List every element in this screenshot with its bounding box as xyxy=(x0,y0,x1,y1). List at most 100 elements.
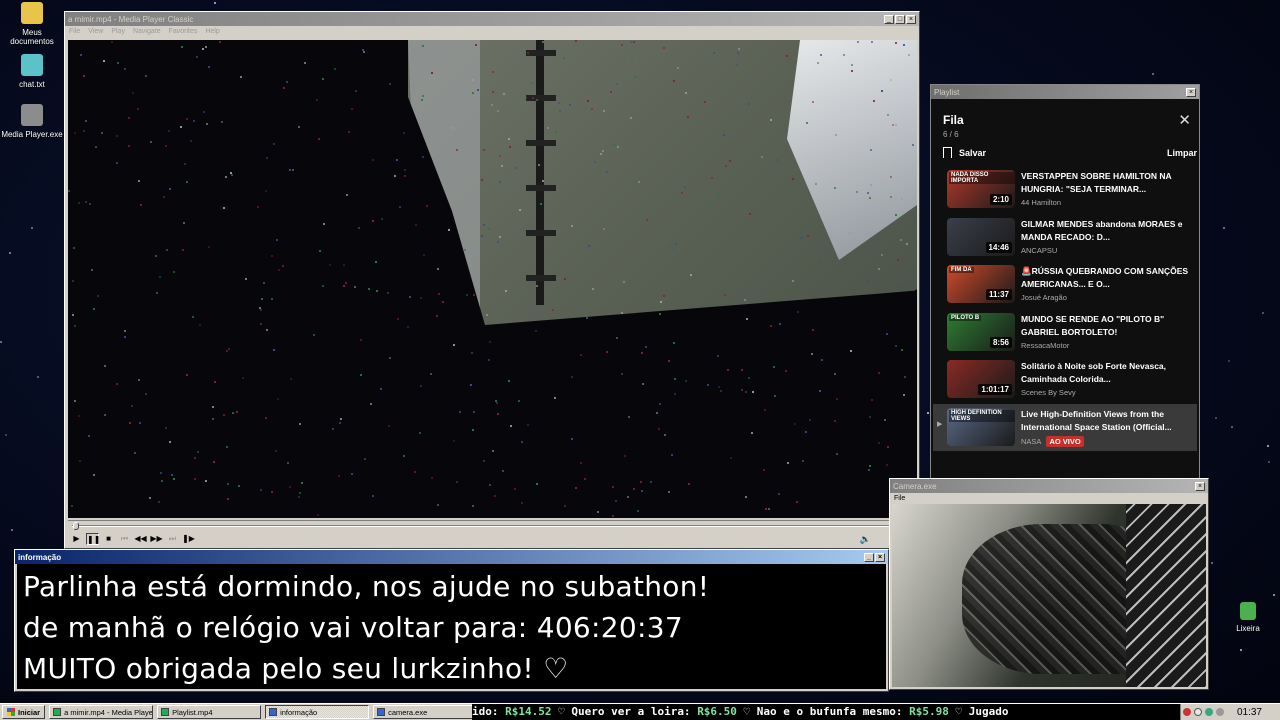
clear-button[interactable]: Limpar xyxy=(1167,148,1197,158)
speaker-icon[interactable]: 🔈 xyxy=(860,534,871,545)
tray-icon[interactable] xyxy=(1182,708,1191,716)
tray-icon[interactable] xyxy=(1204,708,1213,716)
frame-step-button[interactable]: ❚▶ xyxy=(182,533,195,545)
task-media-player[interactable]: a mimir.mp4 - Media Playe... xyxy=(49,705,154,719)
desktop-icon-recycle-bin[interactable]: Lixeira xyxy=(1216,602,1280,633)
noise-pixel xyxy=(123,67,126,70)
noise-pixel xyxy=(274,449,277,452)
menu-file[interactable]: File xyxy=(894,495,905,502)
menu-navigate[interactable]: Navigate xyxy=(133,28,161,35)
task-playlist[interactable]: Playlist.mp4 xyxy=(157,705,262,719)
seek-bar[interactable] xyxy=(68,520,917,530)
close-button[interactable]: × xyxy=(906,14,916,24)
stop-button[interactable]: ■ xyxy=(102,533,115,545)
camera-titlebar[interactable]: Camera.exe × xyxy=(890,479,1208,493)
queue-item[interactable]: ▶ HIGH DEFINITION VIEWS Live High-Definiti… xyxy=(933,403,1197,451)
pause-button[interactable]: ❚❚ xyxy=(86,533,100,545)
queue-item[interactable]: 14:46 GILMAR MENDES abandona MORAES e MAN… xyxy=(933,214,1197,262)
info-titlebar[interactable]: informação _ × xyxy=(15,550,888,564)
menu-favorites[interactable]: Favorites xyxy=(169,28,198,35)
noise-pixel xyxy=(180,46,183,49)
noise-pixel xyxy=(199,324,202,327)
video-thumbnail[interactable]: 14:46 xyxy=(947,217,1015,256)
channel-name[interactable]: RessacaMotor xyxy=(1021,341,1069,350)
noise-pixel xyxy=(372,220,375,223)
video-title[interactable]: 🚨RÚSSIA QUEBRANDO COM SANÇÕES AMERICANAS… xyxy=(1021,265,1193,291)
next-button[interactable]: ⏭ xyxy=(166,533,179,545)
queue-item[interactable]: NADA DISSO IMPORTA 2:10 VERSTAPPEN SOBRE H… xyxy=(933,166,1197,214)
folder-icon xyxy=(21,2,43,24)
rewind-button[interactable]: ◀◀ xyxy=(134,533,147,545)
video-title[interactable]: VERSTAPPEN SOBRE HAMILTON NA HUNGRIA: "S… xyxy=(1021,170,1193,196)
info-window[interactable]: informação _ × Parlinha está dormindo, n… xyxy=(14,549,889,692)
queue-item[interactable]: 1:01:17 Solitário à Noite sob Forte Nevas… xyxy=(933,356,1197,404)
video-thumbnail[interactable]: NADA DISSO IMPORTA 2:10 xyxy=(947,170,1015,208)
noise-pixel xyxy=(350,108,353,111)
noise-pixel xyxy=(659,403,662,406)
desktop-icon-chat-txt[interactable]: chat.txt xyxy=(0,54,64,89)
previous-button[interactable]: ⏮ xyxy=(118,533,131,545)
channel-name[interactable]: 44 Hamilton xyxy=(1021,198,1061,207)
minimize-button[interactable]: _ xyxy=(864,552,874,562)
close-button[interactable]: × xyxy=(1195,481,1205,491)
video-thumbnail[interactable]: 1:01:17 xyxy=(947,360,1015,398)
task-info[interactable]: informação xyxy=(265,705,370,719)
star xyxy=(926,411,929,414)
camera-window[interactable]: Camera.exe × File xyxy=(889,478,1209,690)
menu-help[interactable]: Help xyxy=(205,28,219,35)
video-area[interactable] xyxy=(68,40,917,518)
video-title[interactable]: Solitário à Noite sob Forte Nevasca, Cam… xyxy=(1021,360,1193,386)
noise-pixel xyxy=(778,493,781,496)
close-button[interactable]: × xyxy=(1186,87,1196,97)
channel-name[interactable]: ANCAPSU xyxy=(1021,246,1057,255)
queue-item[interactable]: PILOTO B 8:56 MUNDO SE RENDE AO "PILOTO B"… xyxy=(933,309,1197,357)
close-button[interactable]: × xyxy=(875,552,885,562)
playlist-window[interactable]: Playlist × Fila 6 / 6 ✕ Salvar Limpar NA… xyxy=(930,84,1200,479)
media-player-titlebar[interactable]: a mimir.mp4 - Media Player Classic _ □ × xyxy=(65,12,919,26)
noise-pixel xyxy=(161,480,163,483)
noise-pixel xyxy=(650,481,653,484)
noise-pixel xyxy=(768,507,771,510)
noise-pixel xyxy=(795,500,798,503)
maximize-button[interactable]: □ xyxy=(895,14,905,24)
queue-item[interactable]: FIM DA 11:37 🚨RÚSSIA QUEBRANDO COM SANÇÕES… xyxy=(933,261,1197,309)
tray-icon[interactable] xyxy=(1193,708,1202,716)
noise-pixel xyxy=(300,481,303,484)
task-camera[interactable]: camera.exe xyxy=(373,705,478,719)
channel-name[interactable]: Josué Aragão xyxy=(1021,293,1067,302)
noise-pixel xyxy=(751,391,754,394)
desktop-icon-my-documents[interactable]: Meus documentos xyxy=(0,2,64,46)
playlist-titlebar[interactable]: Playlist × xyxy=(931,85,1199,99)
channel-name[interactable]: Scenes By Sevy xyxy=(1021,388,1076,397)
video-title[interactable]: GILMAR MENDES abandona MORAES e MANDA RE… xyxy=(1021,218,1193,244)
seek-thumb[interactable] xyxy=(73,522,79,530)
video-title[interactable]: Live High-Definition Views from the Inte… xyxy=(1021,408,1193,434)
menu-file[interactable]: File xyxy=(69,28,80,35)
minimize-button[interactable]: _ xyxy=(884,14,894,24)
video-thumbnail[interactable]: PILOTO B 8:56 xyxy=(947,312,1015,351)
queue-list: NADA DISSO IMPORTA 2:10 VERSTAPPEN SOBRE H… xyxy=(933,166,1197,451)
desktop-icon-media-player[interactable]: Media Player.exe xyxy=(0,104,64,139)
noise-pixel xyxy=(227,497,230,500)
channel-name[interactable]: NASA xyxy=(1021,437,1041,446)
noise-pixel xyxy=(584,478,587,481)
speaker-icon[interactable] xyxy=(1215,708,1224,716)
video-thumbnail[interactable]: HIGH DEFINITION VIEWS xyxy=(947,407,1015,446)
menu-play[interactable]: Play xyxy=(111,28,125,35)
forward-button[interactable]: ▶▶ xyxy=(150,533,163,545)
save-button[interactable]: Salvar xyxy=(943,147,986,158)
start-button[interactable]: Iniciar xyxy=(2,705,46,719)
close-icon[interactable]: ✕ xyxy=(1178,111,1191,129)
noise-pixel xyxy=(420,297,423,300)
noise-pixel xyxy=(857,41,860,44)
noise-pixel xyxy=(149,140,152,143)
noise-pixel xyxy=(571,376,574,379)
play-button[interactable]: ▶ xyxy=(70,533,83,545)
noise-pixel xyxy=(885,333,888,336)
video-thumbnail[interactable]: FIM DA 11:37 xyxy=(947,265,1015,303)
noise-pixel xyxy=(664,433,667,436)
noise-pixel xyxy=(442,301,445,303)
video-title[interactable]: MUNDO SE RENDE AO "PILOTO B" GABRIEL BOR… xyxy=(1021,313,1193,339)
menu-view[interactable]: View xyxy=(88,28,103,35)
media-player-window[interactable]: a mimir.mp4 - Media Player Classic _ □ ×… xyxy=(64,11,920,549)
